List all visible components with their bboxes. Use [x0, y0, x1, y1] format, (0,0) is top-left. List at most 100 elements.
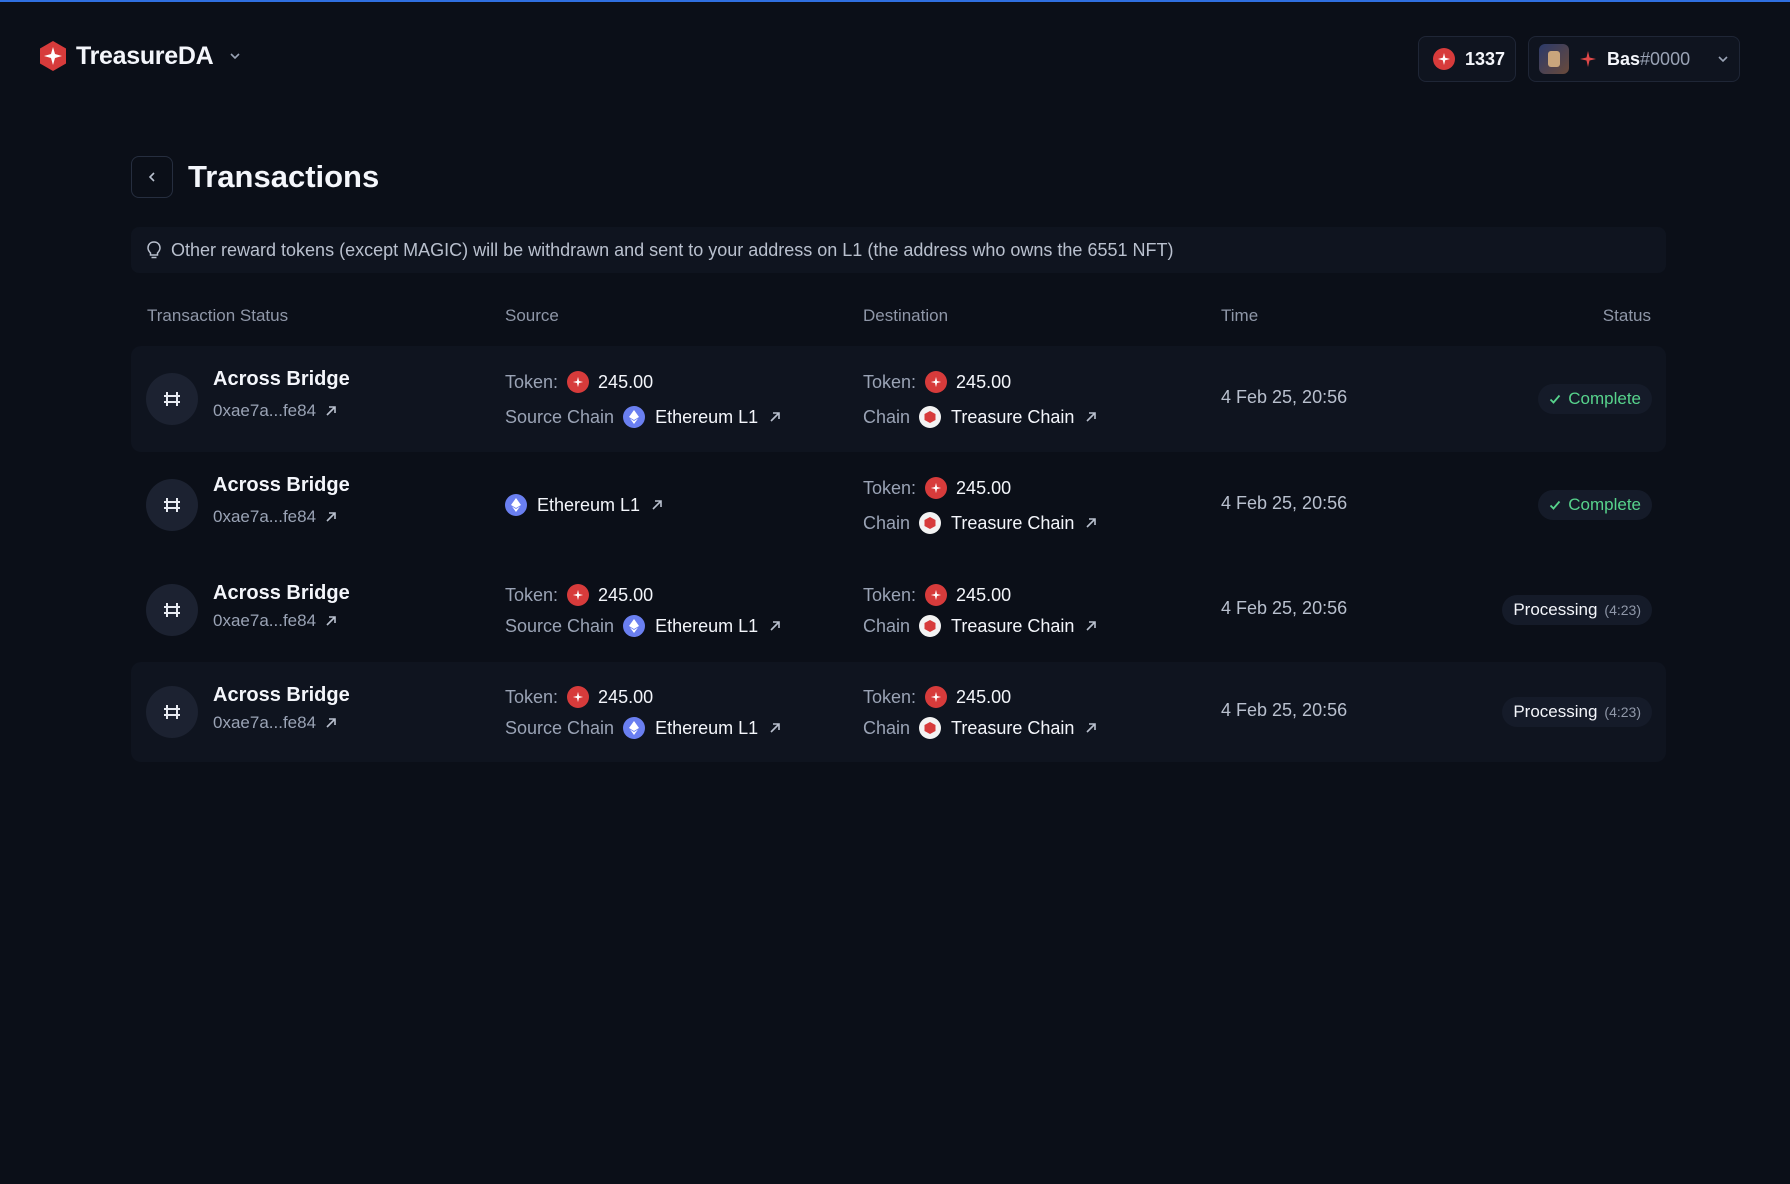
lightbulb-icon	[147, 241, 161, 259]
external-link-icon	[770, 723, 780, 733]
tx-hash-link[interactable]: 0xae7a...fe84	[213, 507, 350, 527]
page-title: Transactions	[188, 159, 380, 194]
ethereum-icon	[623, 717, 646, 739]
dest-chain-link[interactable]: Treasure Chain	[919, 512, 1098, 534]
external-link-icon	[652, 500, 662, 510]
dest-chain: Treasure Chain	[951, 512, 1075, 533]
source-chain-link[interactable]: Ethereum L1	[623, 615, 782, 637]
chevron-down-icon	[230, 53, 240, 60]
source-chain: Ethereum L1	[655, 717, 759, 738]
dest-chain-label: Chain	[863, 406, 911, 427]
magic-coin-icon	[567, 686, 590, 708]
check-icon	[1550, 394, 1561, 404]
status-badge: Complete	[1538, 490, 1652, 520]
table-row[interactable]: Across Bridge 0xae7a...fe84 Ethereum L1 …	[131, 452, 1666, 558]
brand-name: TreasureDA	[76, 41, 214, 70]
tx-hash-link[interactable]: 0xae7a...fe84	[213, 713, 350, 733]
table-row[interactable]: Across Bridge 0xae7a...fe84 Token: 245.0…	[131, 558, 1666, 662]
external-link-icon	[326, 718, 336, 728]
source-chain-link[interactable]: Ethereum L1	[623, 717, 782, 739]
external-link-icon	[770, 412, 780, 422]
external-link-icon	[1086, 723, 1097, 733]
magic-coin-icon	[567, 371, 590, 393]
tx-hash: 0xae7a...fe84	[213, 713, 317, 732]
tx-time: 4 Feb 25, 20:56	[1221, 700, 1348, 720]
source-chain-label: Source Chain	[505, 717, 615, 738]
table-row[interactable]: Across Bridge 0xae7a...fe84 Token: 245.0…	[131, 346, 1666, 452]
magic-coin-icon	[1433, 48, 1455, 70]
external-link-icon	[326, 406, 336, 416]
check-icon	[1550, 500, 1561, 510]
magic-balance[interactable]: 1337	[1418, 36, 1516, 82]
external-link-icon	[770, 621, 780, 631]
status-text: Complete	[1568, 389, 1641, 408]
dest-token-label: Token:	[863, 686, 917, 707]
header-transaction-status: Transaction Status	[147, 306, 289, 325]
user-name: Bas	[1607, 48, 1641, 69]
back-button[interactable]	[131, 156, 173, 198]
source-chain-label: Source Chain	[505, 406, 615, 427]
tx-hash: 0xae7a...fe84	[213, 401, 317, 420]
tx-title: Across Bridge	[213, 368, 350, 390]
magic-coin-icon	[925, 371, 948, 393]
source-chain-label: Source Chain	[505, 615, 615, 636]
dest-token-amount: 245.00	[956, 371, 1012, 392]
header-status: Status	[1602, 306, 1651, 325]
user-menu[interactable]: Bas #0000	[1528, 36, 1740, 82]
status-eta: (4:23)	[1604, 602, 1641, 618]
header-source: Source	[505, 306, 559, 325]
source-token-label: Token:	[505, 371, 559, 392]
treasure-chain-icon	[919, 615, 942, 637]
dest-chain-label: Chain	[863, 615, 911, 636]
user-tag: #0000	[1640, 48, 1691, 69]
treasure-chain-icon	[919, 717, 942, 739]
info-notice: Other reward tokens (except MAGIC) will …	[131, 227, 1666, 273]
source-chain-link[interactable]: Ethereum L1	[505, 494, 664, 516]
external-link-icon	[326, 616, 336, 626]
dest-token-label: Token:	[863, 371, 917, 392]
dest-token-amount: 245.00	[956, 686, 1012, 707]
magic-coin-icon	[925, 477, 948, 499]
dest-token-amount: 245.00	[956, 477, 1012, 498]
source-chain: Ethereum L1	[537, 494, 641, 515]
dest-token-amount: 245.00	[956, 584, 1012, 605]
dest-token-label: Token:	[863, 477, 917, 498]
notice-text: Other reward tokens (except MAGIC) will …	[171, 239, 1174, 260]
external-link-icon	[326, 512, 336, 522]
tx-title: Across Bridge	[213, 474, 350, 496]
chevron-down-icon	[1718, 56, 1728, 63]
tx-hash: 0xae7a...fe84	[213, 507, 317, 526]
source-token-amount: 245.00	[598, 371, 654, 392]
brand-switcher[interactable]: TreasureDA	[38, 40, 241, 72]
magic-coin-icon	[925, 584, 948, 606]
dest-chain-link[interactable]: Treasure Chain	[919, 717, 1098, 739]
treasure-logo-icon	[40, 41, 66, 71]
chevron-left-icon	[148, 172, 155, 182]
dest-chain-label: Chain	[863, 512, 911, 533]
dest-chain-link[interactable]: Treasure Chain	[919, 615, 1098, 637]
dest-chain: Treasure Chain	[951, 406, 1075, 427]
magic-coin-icon	[925, 686, 948, 708]
status-badge: Complete	[1538, 384, 1652, 414]
tx-hash-link[interactable]: 0xae7a...fe84	[213, 401, 350, 421]
tx-title: Across Bridge	[213, 582, 350, 604]
source-token-label: Token:	[505, 584, 559, 605]
dest-chain-link[interactable]: Treasure Chain	[919, 406, 1098, 428]
source-token-amount: 245.00	[598, 686, 654, 707]
top-accent-line	[0, 0, 1790, 2]
source-chain-link[interactable]: Ethereum L1	[623, 406, 782, 428]
header: TreasureDA 1337 Bas #0000	[38, 36, 1740, 82]
external-link-icon	[1086, 518, 1097, 528]
avatar	[1539, 44, 1569, 74]
header-time: Time	[1221, 306, 1259, 325]
dest-chain: Treasure Chain	[951, 615, 1075, 636]
bridge-icon	[146, 686, 198, 738]
tx-time: 4 Feb 25, 20:56	[1221, 598, 1348, 618]
sparkle-icon	[1580, 51, 1596, 67]
dest-chain: Treasure Chain	[951, 717, 1075, 738]
tx-hash-link[interactable]: 0xae7a...fe84	[213, 611, 350, 631]
source-token-amount: 245.00	[598, 584, 654, 605]
status-text: Processing	[1513, 600, 1598, 619]
table-row[interactable]: Across Bridge 0xae7a...fe84 Token: 245.0…	[131, 662, 1666, 762]
balance-value: 1337	[1465, 48, 1506, 69]
